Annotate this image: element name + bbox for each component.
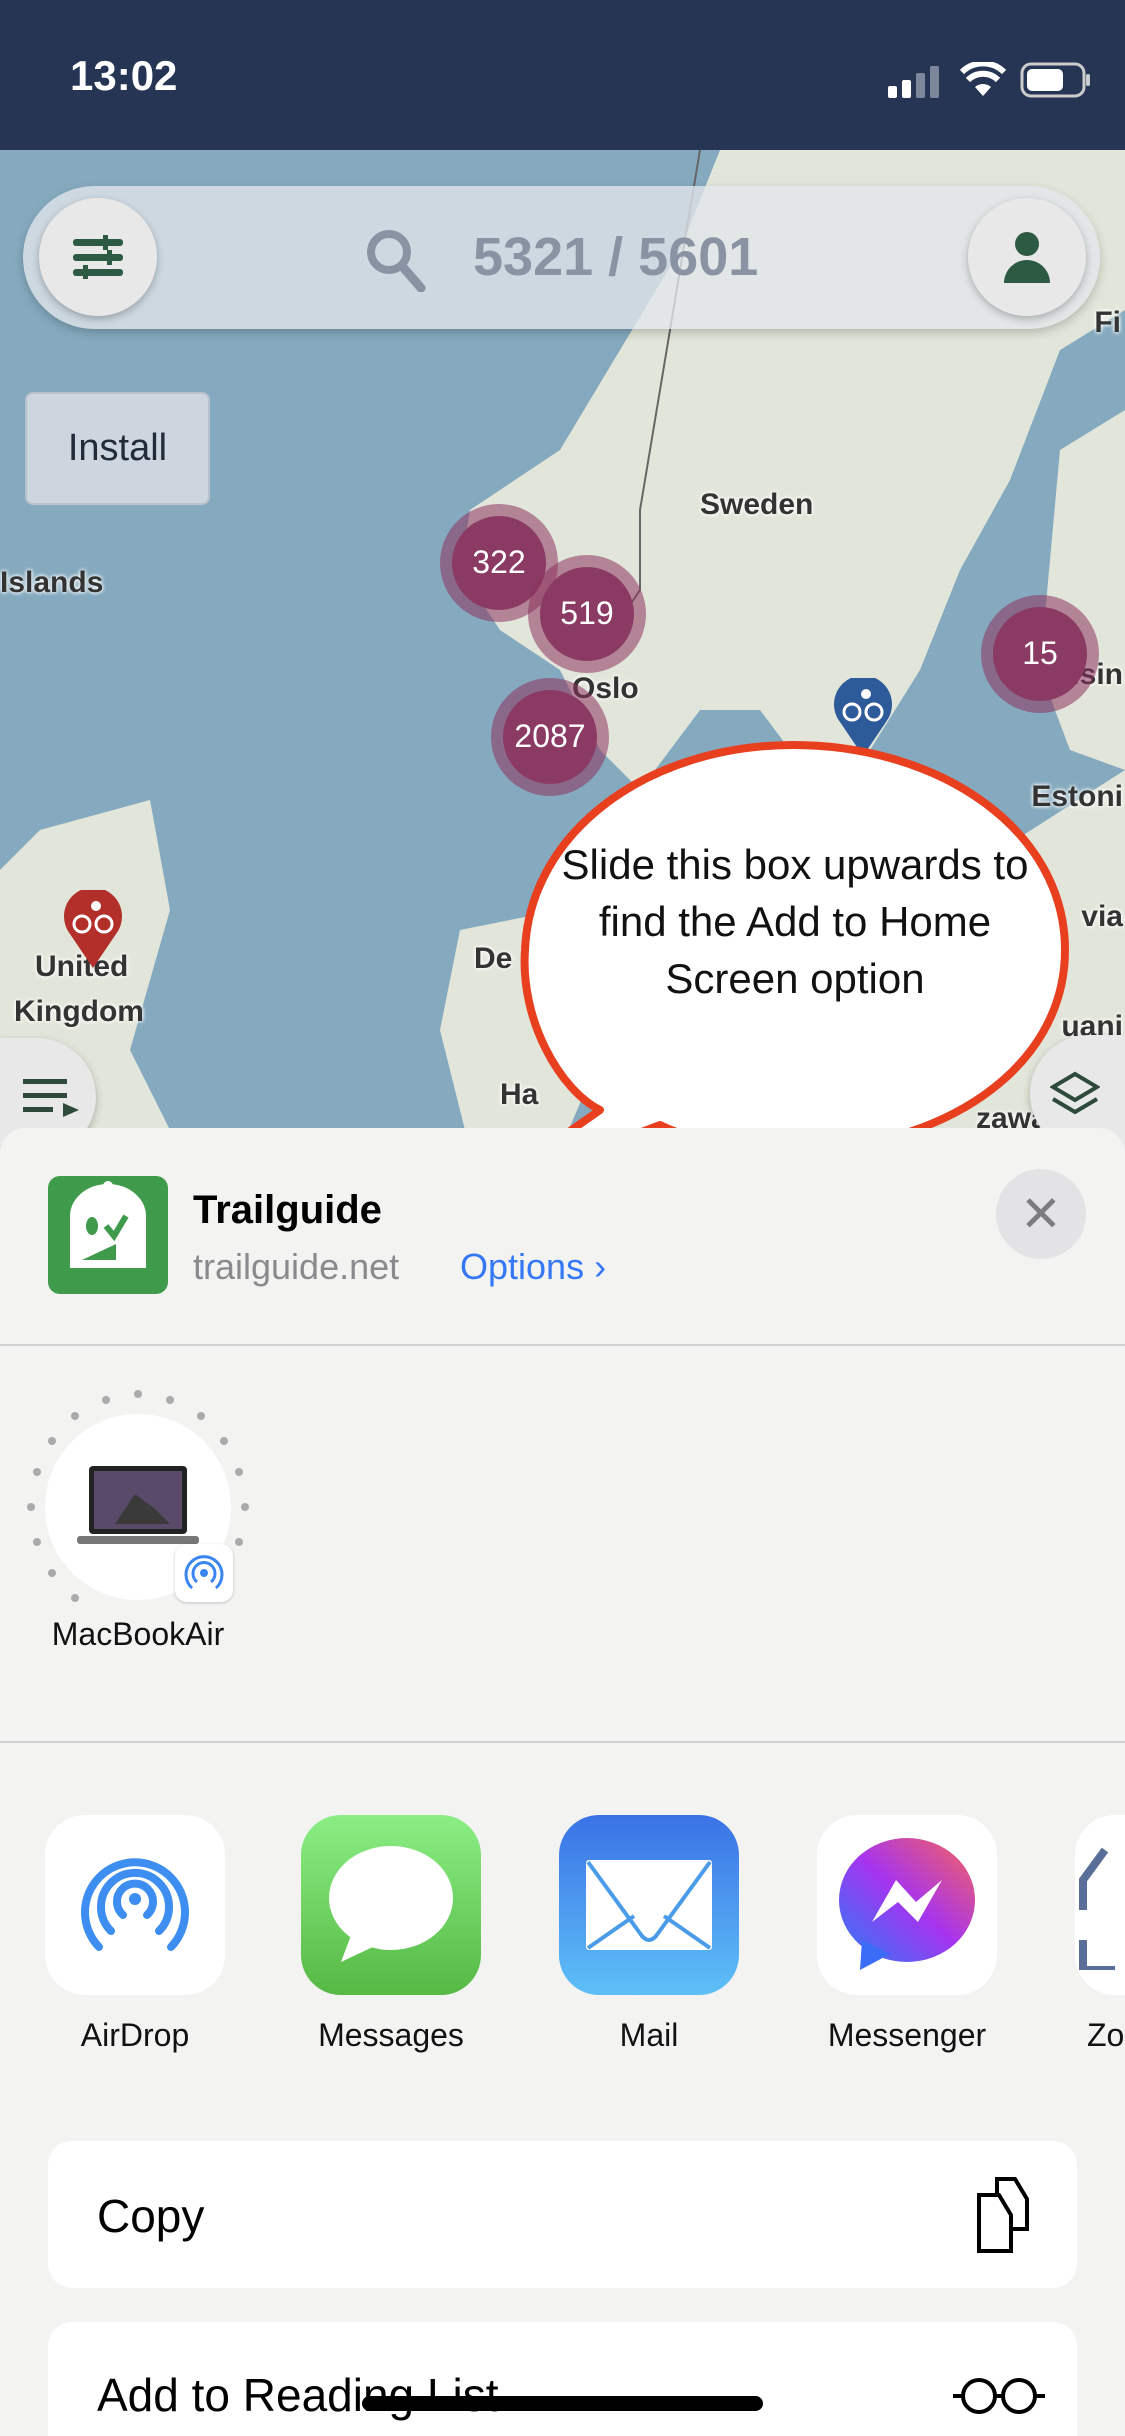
map-label: Ha — [500, 1078, 539, 1111]
user-icon — [1004, 232, 1050, 283]
share-app-messages[interactable]: Messages — [301, 1815, 481, 2054]
airdrop-app-icon — [45, 1815, 225, 1995]
map-label: De — [474, 942, 513, 975]
layers-icon — [1049, 1071, 1100, 1115]
messages-app-icon — [301, 1815, 481, 1995]
search-icon — [367, 230, 426, 292]
map-label: Islands — [0, 566, 104, 599]
map-cluster[interactable]: 2087 — [491, 678, 609, 796]
list-icon — [23, 1079, 79, 1117]
device-name: MacBookAir — [51, 1616, 225, 1652]
divider — [0, 1741, 1125, 1743]
profile-button[interactable] — [968, 198, 1086, 316]
share-app-zo[interactable]: Zo — [1075, 1815, 1125, 2054]
share-url: trailguide.net — [193, 1246, 400, 1287]
share-app-airdrop[interactable]: AirDrop — [45, 1815, 225, 2054]
trailguide-logo-icon — [70, 1181, 146, 1268]
map-label: Kingdom — [14, 995, 144, 1028]
airdrop-badge — [175, 1544, 233, 1602]
sliders-icon — [73, 235, 123, 279]
app-label: AirDrop — [80, 2017, 190, 2053]
share-title: Trailguide — [193, 1188, 382, 1232]
bike-marker-icon[interactable] — [62, 890, 124, 970]
status-time: 13:02 — [70, 52, 178, 99]
battery-icon — [1020, 62, 1090, 98]
action-label: Add to Reading List — [97, 2369, 499, 2421]
map-label: via — [1081, 900, 1123, 933]
share-app-mail[interactable]: Mail — [559, 1815, 739, 2054]
status-bar: 13:02 — [0, 0, 1125, 150]
search-result-count: 5321 / 5601 — [473, 227, 759, 287]
mail-app-icon — [559, 1815, 739, 1995]
add-to-reading-list-action[interactable]: Add to Reading List — [48, 2322, 1077, 2436]
close-button[interactable]: ✕ — [996, 1169, 1086, 1259]
share-sheet[interactable]: Trailguide trailguide.net Options › ✕ Ma… — [0, 1128, 1125, 2436]
map-cluster[interactable]: 15 — [981, 595, 1099, 713]
install-button[interactable]: Install — [25, 392, 210, 505]
options-link[interactable]: Options › — [460, 1246, 606, 1288]
cluster-count: 519 — [539, 566, 635, 662]
airdrop-icon — [184, 1555, 224, 1590]
app-label: Zo — [1087, 2017, 1125, 2053]
app-label: Messages — [318, 2017, 464, 2053]
cluster-count: 2087 — [502, 689, 598, 785]
action-label: Copy — [97, 2190, 205, 2242]
map-label: Estoni — [1031, 780, 1123, 813]
messenger-app-icon — [817, 1815, 997, 1995]
cellular-signal-icon — [888, 66, 939, 98]
wifi-icon — [960, 62, 1006, 96]
laptop-icon — [77, 1466, 199, 1544]
app-label: Messenger — [827, 2017, 987, 2053]
callout-text: Slide this box upwards to find the Add t… — [561, 841, 1029, 1002]
search-bar[interactable]: 5321 / 5601 — [23, 186, 1100, 329]
app-label: Mail — [619, 2017, 679, 2053]
glasses-icon — [953, 2378, 1045, 2414]
trailguide-app-icon — [48, 1176, 168, 1294]
map-cluster[interactable]: 519 — [528, 555, 646, 673]
cluster-count: 15 — [992, 606, 1088, 702]
map-label: Sweden — [700, 488, 814, 521]
copy-icon — [977, 2177, 1029, 2253]
bike-marker-icon[interactable] — [832, 678, 894, 758]
map-label: Fi — [1094, 306, 1121, 339]
zo-app-icon — [1075, 1815, 1125, 1995]
home-indicator[interactable] — [362, 2396, 763, 2411]
divider — [0, 1344, 1125, 1346]
share-app-messenger[interactable]: Messenger — [817, 1815, 997, 2054]
filter-button[interactable] — [39, 198, 157, 316]
copy-action[interactable]: Copy — [48, 2141, 1077, 2288]
airdrop-device-macbookair[interactable] — [45, 1414, 233, 1602]
